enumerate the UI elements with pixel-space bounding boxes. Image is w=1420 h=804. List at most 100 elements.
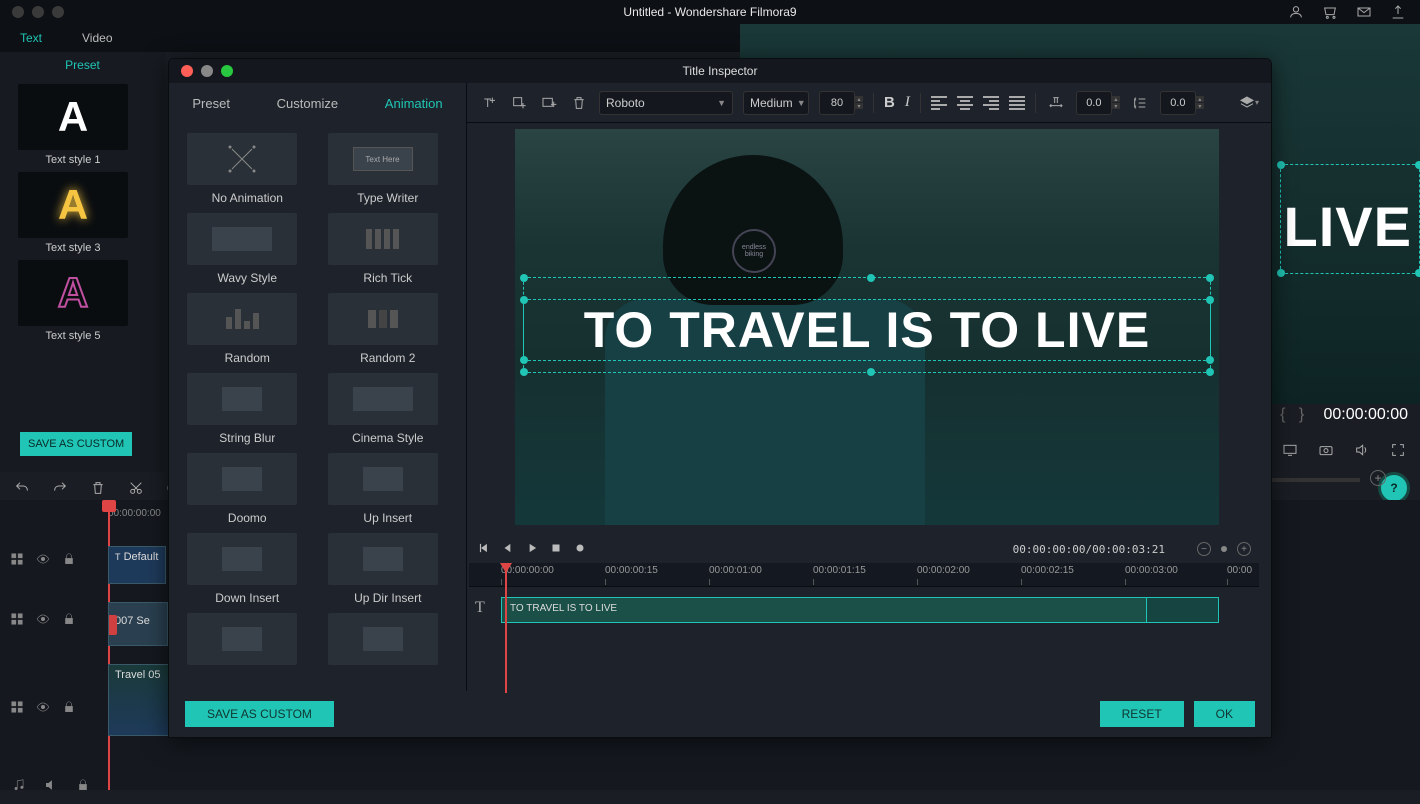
tab-preset[interactable]: Preset <box>192 96 230 111</box>
anim-extra-2[interactable] <box>328 613 449 665</box>
save-as-custom-button[interactable]: SAVE AS CUSTOM <box>185 701 334 727</box>
window-minimize[interactable] <box>32 6 44 18</box>
anim-no-animation[interactable]: No Animation <box>187 133 308 205</box>
inspector-maximize[interactable] <box>221 65 233 77</box>
anim-type-writer[interactable]: Text HereType Writer <box>328 133 449 205</box>
letter-spacing-icon <box>1046 93 1066 113</box>
font-family-select[interactable]: Roboto▼ <box>599 91 733 115</box>
inspector-playhead[interactable] <box>505 563 507 693</box>
undo-icon[interactable] <box>12 478 32 498</box>
anim-up-insert[interactable]: Up Insert <box>328 453 449 525</box>
main-timeline-toolbar <box>12 478 184 498</box>
cut-icon[interactable] <box>126 478 146 498</box>
eye-icon[interactable] <box>36 612 50 626</box>
track-header-2 <box>10 612 100 626</box>
anim-doomo[interactable]: Doomo <box>187 453 308 525</box>
inspector-preview-canvas[interactable]: endless biking TO TRAVEL IS TO LIVE <box>515 129 1219 525</box>
text-selection-inner[interactable]: TO TRAVEL IS TO LIVE <box>523 299 1211 361</box>
inspector-clip[interactable]: TO TRAVEL IS TO LIVE <box>501 597 1219 623</box>
inspector-close[interactable] <box>181 65 193 77</box>
play-button[interactable] <box>525 541 539 558</box>
record-button[interactable] <box>573 541 587 558</box>
lock-icon[interactable] <box>62 612 76 626</box>
fullscreen-icon[interactable] <box>1388 440 1408 460</box>
clip-resize-handle[interactable] <box>1146 598 1218 622</box>
align-right-icon[interactable] <box>983 96 999 110</box>
italic-button[interactable]: I <box>905 94 910 111</box>
font-weight-select[interactable]: Medium▼ <box>743 91 809 115</box>
inspector-minimize[interactable] <box>201 65 213 77</box>
tab-text[interactable]: Text <box>0 24 62 52</box>
line-spacing-input[interactable]: 0.0 <box>1160 91 1196 115</box>
bold-button[interactable]: B <box>884 94 895 111</box>
grid-icon[interactable] <box>10 612 24 626</box>
eye-icon[interactable] <box>36 700 50 714</box>
window-close[interactable] <box>12 6 24 18</box>
tab-customize[interactable]: Customize <box>277 96 338 111</box>
add-text-icon[interactable] <box>479 93 499 113</box>
lock-bottom-icon[interactable] <box>76 778 90 792</box>
window-maximize[interactable] <box>52 6 64 18</box>
reset-button[interactable]: RESET <box>1100 701 1184 727</box>
inspector-timeline: 00:00:00:00 00:00:00:15 00:00:01:00 00:0… <box>469 563 1259 693</box>
stop-button[interactable] <box>549 541 563 558</box>
upload-icon[interactable] <box>1388 2 1408 22</box>
save-as-custom-sidebar-button[interactable]: SAVE AS CUSTOM <box>20 432 132 456</box>
delete-icon[interactable] <box>88 478 108 498</box>
font-size-input[interactable]: 80 <box>819 91 855 115</box>
cart-icon[interactable] <box>1320 2 1340 22</box>
volume-icon[interactable] <box>1352 440 1372 460</box>
ok-button[interactable]: OK <box>1194 701 1255 727</box>
preview-control-bar <box>1280 440 1408 460</box>
preset-header[interactable]: Preset <box>0 52 165 78</box>
clip-007[interactable]: 007 Se <box>108 602 168 646</box>
display-icon[interactable] <box>1280 440 1300 460</box>
anim-random-2[interactable]: Random 2 <box>328 293 449 365</box>
grid-icon[interactable] <box>10 700 24 714</box>
align-justify-icon[interactable] <box>1009 96 1025 110</box>
prev-button[interactable] <box>501 541 515 558</box>
lock-icon[interactable] <box>62 700 76 714</box>
inspector-ruler[interactable]: 00:00:00:00 00:00:00:15 00:00:01:00 00:0… <box>469 563 1259 587</box>
size-up[interactable]: ▴ <box>855 96 863 102</box>
anim-extra-1[interactable] <box>187 613 308 665</box>
camera-icon[interactable] <box>1316 440 1336 460</box>
sound-icon[interactable] <box>44 778 58 792</box>
clip-default[interactable]: T Default <box>108 546 166 584</box>
redo-icon[interactable] <box>50 478 70 498</box>
anim-cinema-style[interactable]: Cinema Style <box>328 373 449 445</box>
add-shape-icon[interactable] <box>509 93 529 113</box>
mail-icon[interactable] <box>1354 2 1374 22</box>
prev-frame-button[interactable] <box>477 541 491 558</box>
tab-animation[interactable]: Animation <box>385 96 443 111</box>
grid-icon[interactable] <box>10 552 24 566</box>
layers-icon[interactable]: ▾ <box>1239 93 1259 113</box>
size-down[interactable]: ▾ <box>855 103 863 109</box>
align-center-icon[interactable] <box>957 96 973 110</box>
anim-wavy-style[interactable]: Wavy Style <box>187 213 308 285</box>
inspector-title: Title Inspector <box>683 64 758 78</box>
add-image-icon[interactable] <box>539 93 559 113</box>
anim-down-insert[interactable]: Down Insert <box>187 533 308 605</box>
tab-video[interactable]: Video <box>62 24 132 52</box>
anim-string-blur[interactable]: String Blur <box>187 373 308 445</box>
timeline-zoom-out[interactable]: − <box>1197 542 1211 556</box>
text-style-5[interactable]: A Text style 5 <box>18 260 128 342</box>
letter-spacing-input[interactable]: 0.0 <box>1076 91 1112 115</box>
preview-text[interactable]: TO TRAVEL IS TO LIVE <box>584 301 1150 359</box>
align-left-icon[interactable] <box>931 96 947 110</box>
anim-random[interactable]: Random <box>187 293 308 365</box>
inspector-playback-bar: 00:00:00:00/00:00:03:21 − + <box>469 537 1259 561</box>
anim-rich-tick[interactable]: Rich Tick <box>328 213 449 285</box>
account-icon[interactable] <box>1286 2 1306 22</box>
transition-marker[interactable] <box>108 615 117 635</box>
text-style-1[interactable]: A Text style 1 <box>18 84 128 166</box>
anim-up-dir-insert[interactable]: Up Dir Insert <box>328 533 449 605</box>
text-style-3[interactable]: A Text style 3 <box>18 172 128 254</box>
eye-icon[interactable] <box>36 552 50 566</box>
track-header-3 <box>10 700 100 714</box>
music-icon[interactable] <box>12 778 26 792</box>
lock-icon[interactable] <box>62 552 76 566</box>
trash-icon[interactable] <box>569 93 589 113</box>
timeline-zoom-in[interactable]: + <box>1237 542 1251 556</box>
